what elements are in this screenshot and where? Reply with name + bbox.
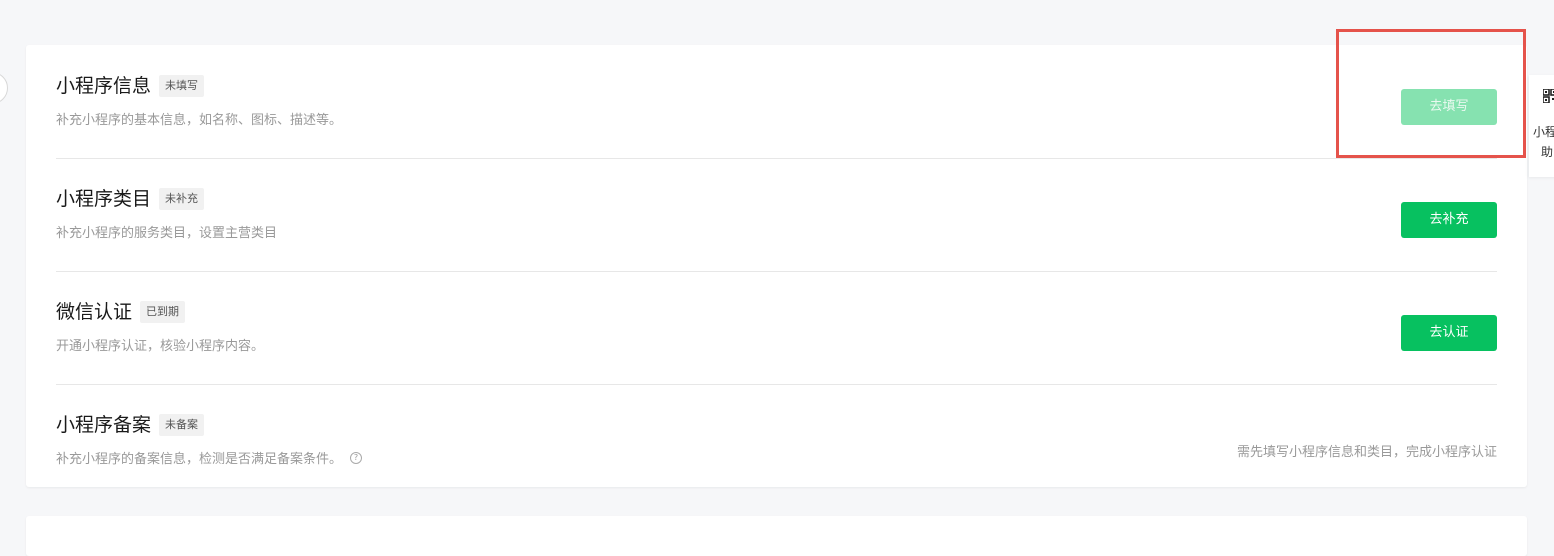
setup-card: 小程序信息 未填写 补充小程序的基本信息，如名称、图标、描述等。 去填写 小程序… [26,45,1527,487]
status-badge: 未备案 [159,414,205,436]
row-title-group: 小程序类目 未补充 [56,186,205,212]
row-description: 开通小程序认证，核验小程序内容。 [56,335,264,354]
row-title: 小程序类目 [56,188,152,210]
row-description: 补充小程序的备案信息，检测是否满足备案条件。 ? [56,448,363,467]
side-widget-label-line2: 助 [1541,145,1554,159]
row-title: 小程序信息 [56,75,152,97]
status-badge: 已到期 [140,301,186,323]
status-badge: 未补充 [159,188,205,210]
side-widget-label-line1: 小程 [1533,125,1554,139]
row-title: 微信认证 [56,301,133,323]
question-circle-icon[interactable]: ? [350,451,363,464]
row-title-group: 小程序信息 未填写 [56,73,205,99]
verify-button[interactable]: 去认证 [1401,315,1497,351]
fill-info-button[interactable]: 去填写 [1401,89,1497,125]
status-badge: 未填写 [159,75,205,97]
row-wechat-verification: 微信认证 已到期 开通小程序认证，核验小程序内容。 去认证 [56,271,1497,385]
prerequisite-hint: 需先填写小程序信息和类目，完成小程序认证 [1236,445,1497,460]
row-filing: 小程序备案 未备案 补充小程序的备案信息，检测是否满足备案条件。 ? 需先填写小… [56,384,1497,497]
row-title: 小程序备案 [56,414,152,436]
row-description-text: 补充小程序的备案信息，检测是否满足备案条件。 [56,452,343,467]
row-category: 小程序类目 未补充 补充小程序的服务类目，设置主营类目 去补充 [56,158,1497,272]
collapse-handle[interactable] [0,72,8,104]
row-description-text: 补充小程序的基本信息，如名称、图标、描述等。 [56,113,343,128]
row-description: 补充小程序的基本信息，如名称、图标、描述等。 [56,109,342,128]
row-title-group: 小程序备案 未备案 [56,412,205,438]
row-title-group: 微信认证 已到期 [56,299,186,325]
add-category-button[interactable]: 去补充 [1401,202,1497,238]
row-description-text: 补充小程序的服务类目，设置主营类目 [56,226,278,241]
next-card [26,516,1527,556]
row-miniprogram-info: 小程序信息 未填写 补充小程序的基本信息，如名称、图标、描述等。 去填写 [56,45,1497,159]
row-description-text: 开通小程序认证，核验小程序内容。 [56,339,265,354]
side-helper-widget[interactable]: 小程 助 [1529,75,1554,177]
side-widget-label: 小程 助 [1533,122,1554,162]
row-description: 补充小程序的服务类目，设置主营类目 [56,222,277,241]
qr-code-icon [1543,89,1554,103]
